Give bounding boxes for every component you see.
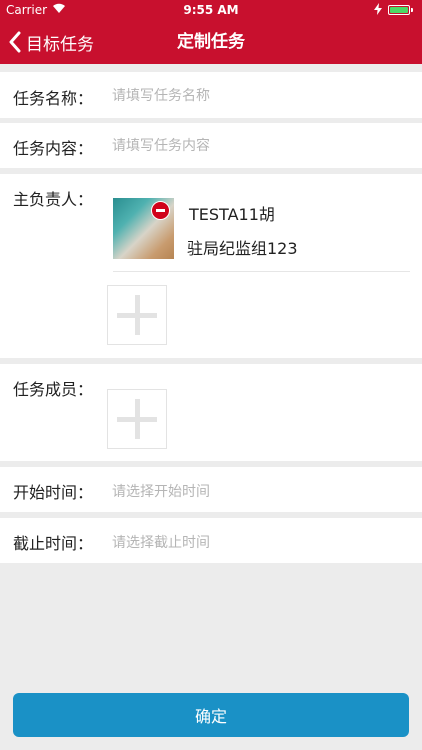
owner-name: TESTA11胡 xyxy=(189,205,275,224)
task-content-label: 任务内容： xyxy=(13,139,94,158)
end-time-label: 截止时间： xyxy=(13,534,94,553)
battery-icon xyxy=(388,5,413,15)
back-button[interactable]: 目标任务 xyxy=(8,20,94,64)
navigation-bar: 目标任务 定制任务 xyxy=(0,20,422,64)
task-name-label: 任务名称： xyxy=(13,89,94,108)
start-time-picker[interactable]: 请选择开始时间 xyxy=(112,481,210,501)
remove-owner-icon[interactable] xyxy=(151,201,170,220)
end-time-picker[interactable]: 请选择截止时间 xyxy=(112,532,210,552)
add-owner-button[interactable] xyxy=(107,285,167,345)
task-content-row: 任务内容： xyxy=(0,123,422,168)
owner-group: 驻局纪监组123 xyxy=(187,239,298,258)
task-content-input[interactable] xyxy=(112,136,412,156)
owner-person-card: TESTA11胡 驻局纪监组123 xyxy=(113,197,410,272)
confirm-button[interactable]: 确定 xyxy=(13,693,409,737)
charging-icon xyxy=(374,3,382,18)
members-label: 任务成员： xyxy=(13,380,94,399)
status-time: 9:55 AM xyxy=(183,3,239,17)
task-name-input[interactable] xyxy=(112,86,412,106)
chevron-left-icon xyxy=(9,31,21,53)
task-name-row: 任务名称： xyxy=(0,72,422,118)
start-time-label: 开始时间： xyxy=(13,483,94,502)
owner-label: 主负责人： xyxy=(13,190,94,209)
end-time-row[interactable]: 截止时间： 请选择截止时间 xyxy=(0,518,422,563)
add-member-button[interactable] xyxy=(107,389,167,449)
back-label: 目标任务 xyxy=(26,34,94,55)
status-bar: Carrier 9:55 AM xyxy=(0,0,422,20)
start-time-row[interactable]: 开始时间： 请选择开始时间 xyxy=(0,467,422,512)
members-row: 任务成员： xyxy=(0,364,422,461)
